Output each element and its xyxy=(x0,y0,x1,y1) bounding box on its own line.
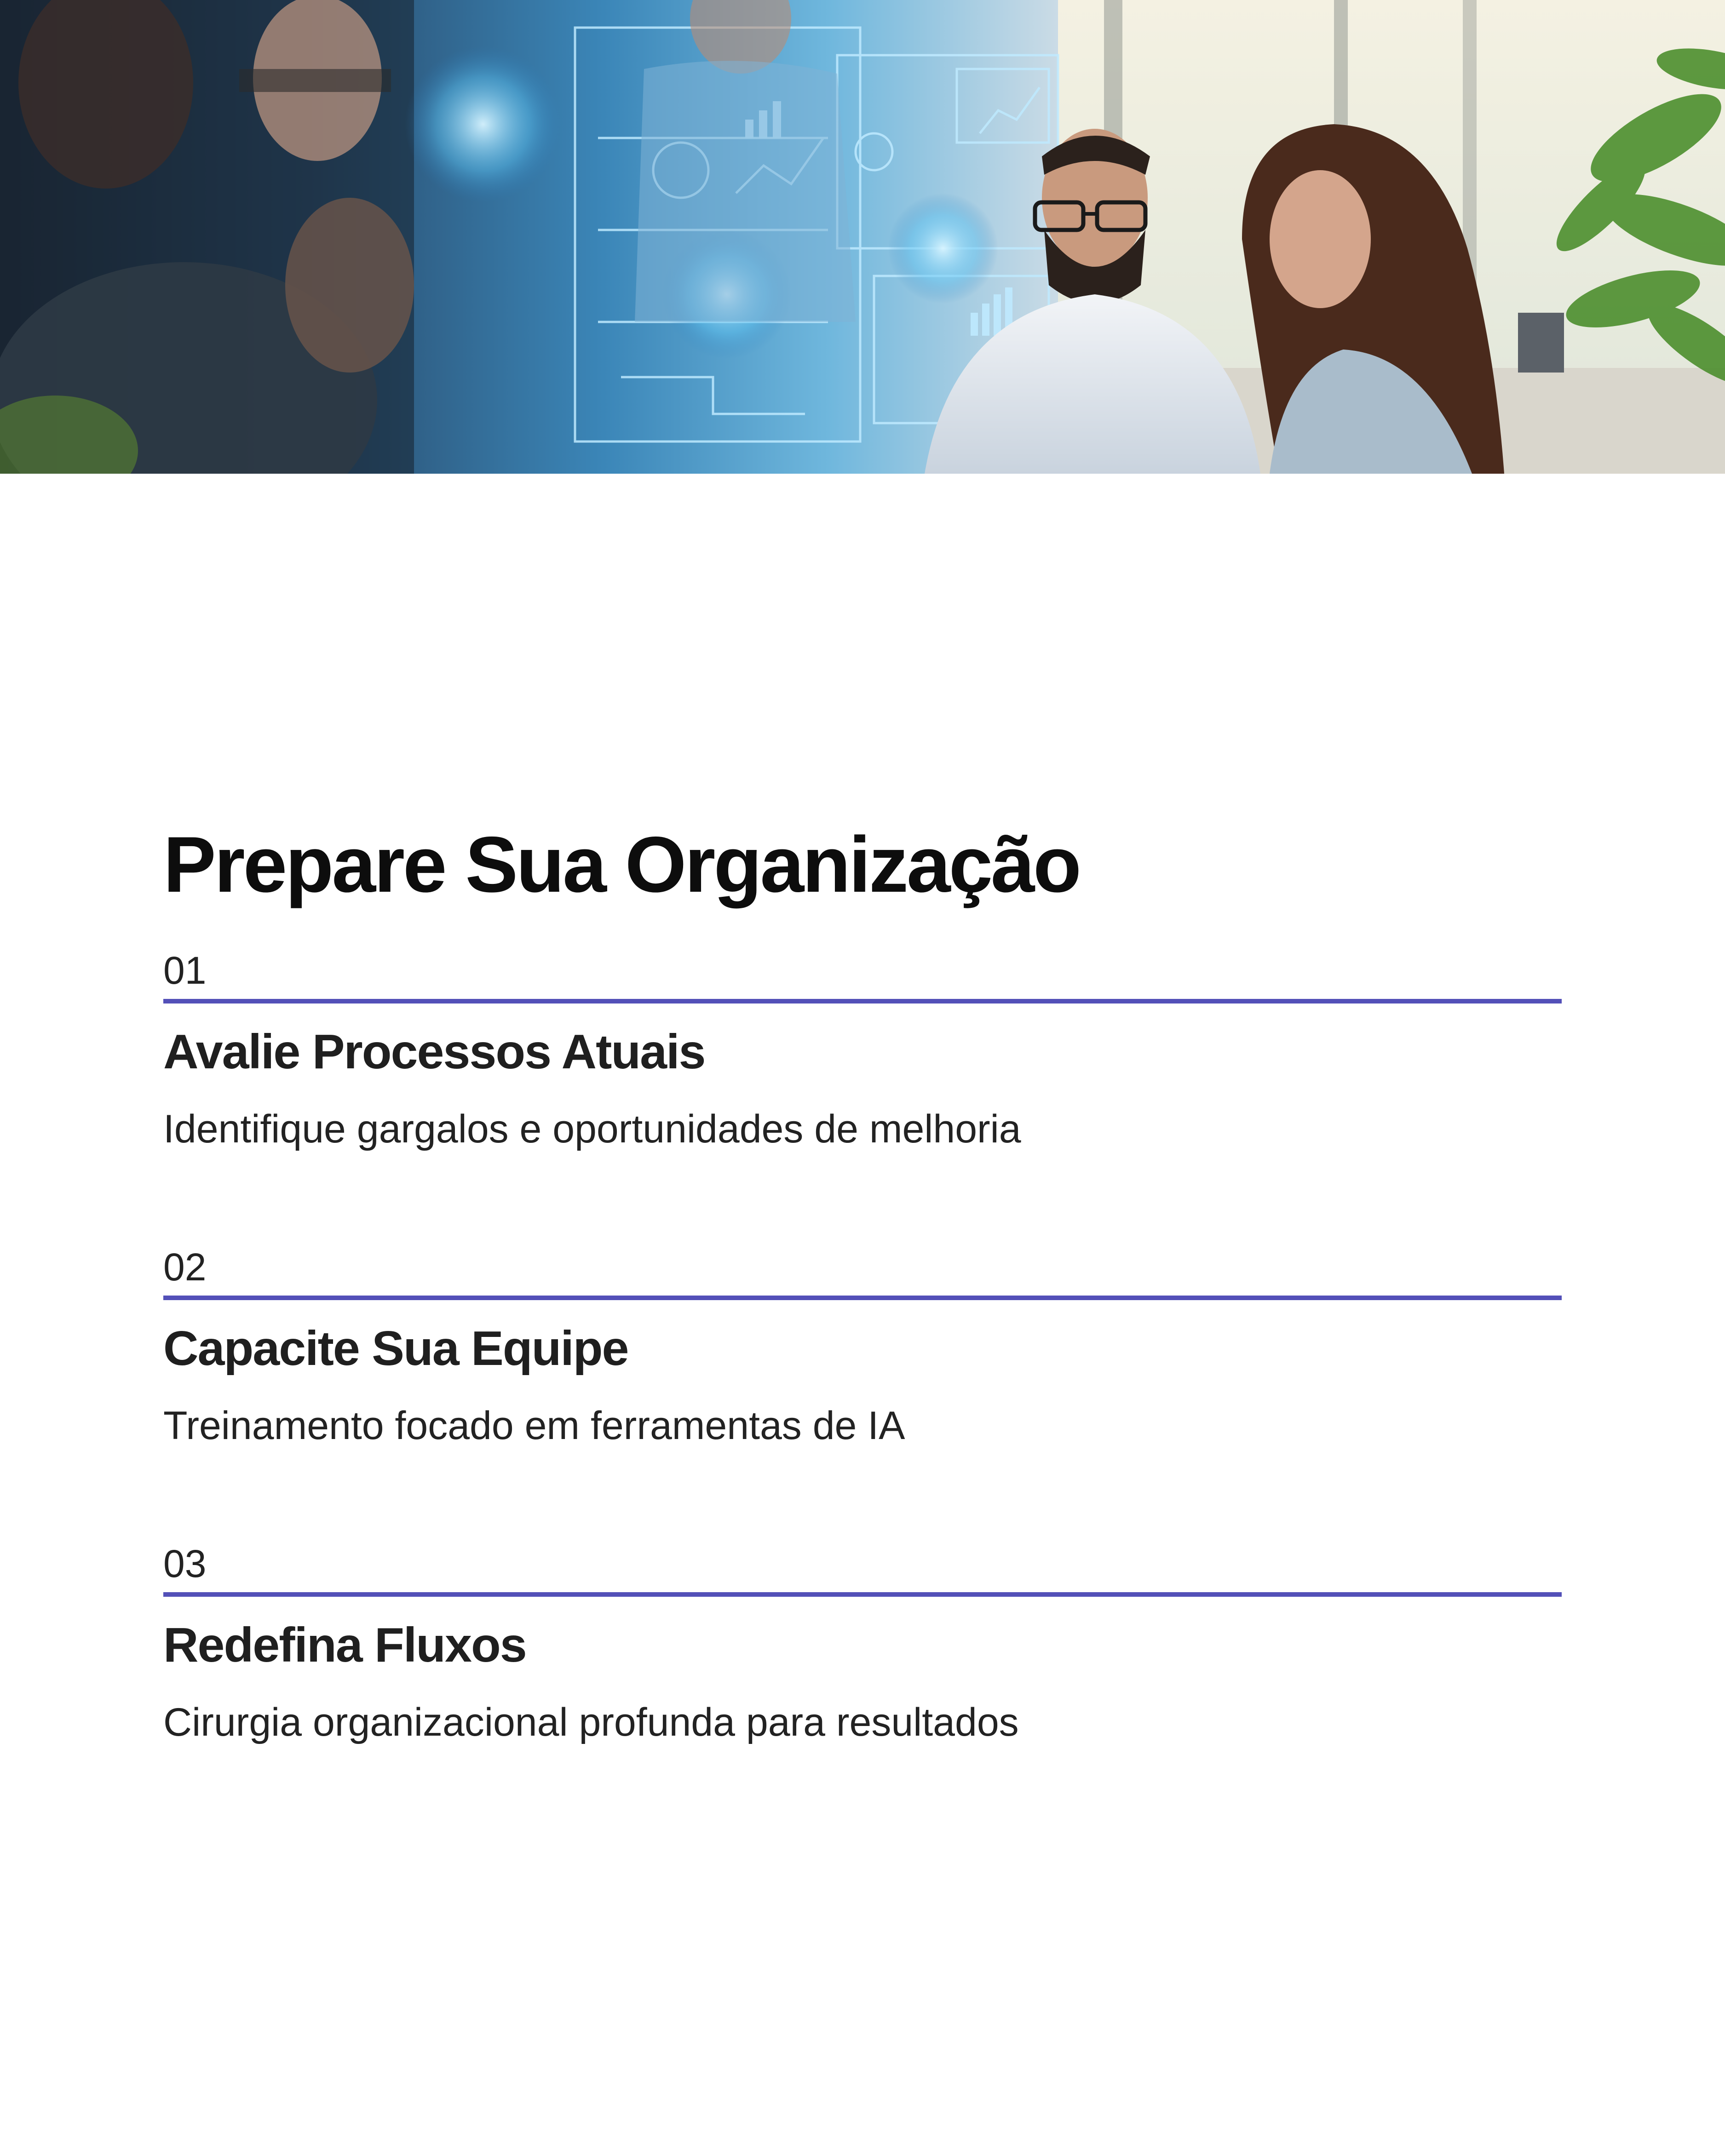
page-title: Prepare Sua Organização xyxy=(163,820,1081,909)
step-title: Redefina Fluxos xyxy=(163,1618,527,1672)
step-divider xyxy=(163,999,1562,1003)
step-item: 02 Capacite Sua Equipe Treinamento focad… xyxy=(163,1244,1562,1541)
step-item: 03 Redefina Fluxos Cirurgia organizacion… xyxy=(163,1541,1562,1837)
step-divider xyxy=(163,1296,1562,1300)
step-item: 01 Avalie Processos Atuais Identifique g… xyxy=(163,947,1562,1244)
hero-image xyxy=(0,0,1725,474)
step-description: Treinamento focado em ferramentas de IA xyxy=(163,1404,905,1448)
step-description: Identifique gargalos e oportunidades de … xyxy=(163,1107,1021,1151)
hero-illustration xyxy=(0,0,1725,474)
steps-list: 01 Avalie Processos Atuais Identifique g… xyxy=(163,947,1562,1837)
step-title: Avalie Processos Atuais xyxy=(163,1025,706,1079)
step-description: Cirurgia organizacional profunda para re… xyxy=(163,1700,1019,1744)
main-content: Prepare Sua Organização 01 Avalie Proces… xyxy=(163,819,1562,1837)
step-title: Capacite Sua Equipe xyxy=(163,1321,629,1376)
step-number: 03 xyxy=(163,1542,207,1585)
step-divider xyxy=(163,1592,1562,1597)
step-number: 01 xyxy=(163,949,207,992)
step-number: 02 xyxy=(163,1245,207,1289)
